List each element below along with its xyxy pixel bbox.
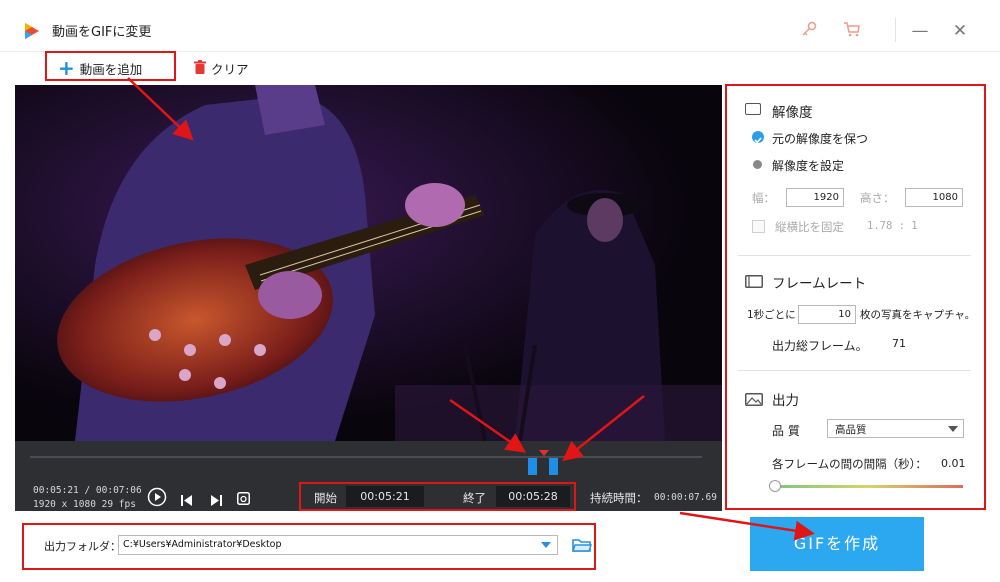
arrow-to-end-handle (562, 395, 645, 462)
arrow-to-start-handle (449, 398, 527, 453)
arrow-to-create-gif (679, 511, 815, 541)
annotation-arrows (127, 77, 815, 541)
arrow-to-video (127, 77, 194, 141)
